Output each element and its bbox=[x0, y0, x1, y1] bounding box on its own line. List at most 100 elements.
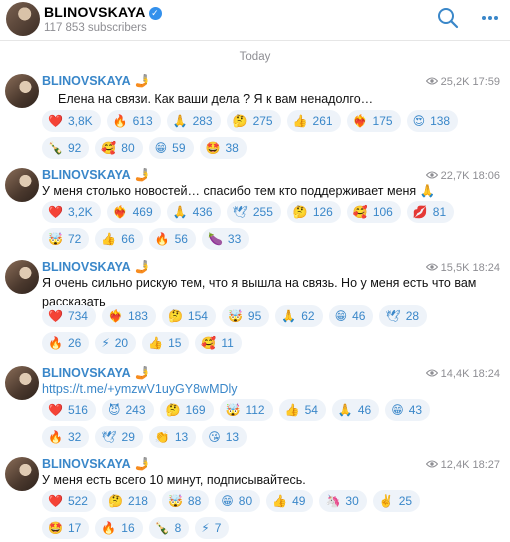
post-avatar[interactable] bbox=[5, 74, 39, 108]
reaction-chip[interactable]: ❤️ 3,8K bbox=[42, 110, 101, 132]
post-author[interactable]: BLINOVSKAYA 🤳 bbox=[42, 366, 150, 381]
reaction-chip[interactable]: 👏 13 bbox=[148, 426, 197, 448]
reaction-count: 17 bbox=[67, 521, 82, 535]
reaction-chip[interactable]: 🤔 218 bbox=[101, 490, 156, 512]
reaction-chip[interactable]: ❤️ 522 bbox=[42, 490, 96, 512]
reaction-chip[interactable]: 🍾 8 bbox=[148, 517, 190, 539]
post-avatar[interactable] bbox=[5, 457, 39, 491]
reaction-count: 169 bbox=[185, 403, 206, 417]
reaction-chip[interactable]: ❤️‍🔥 469 bbox=[106, 201, 161, 223]
reaction-chip[interactable]: ❤️ 734 bbox=[42, 305, 96, 327]
reaction-emoji-icon: 🥰 bbox=[352, 205, 368, 219]
reaction-chip[interactable]: ❤️ 3,2K bbox=[42, 201, 101, 223]
reaction-chip[interactable]: 🤔 169 bbox=[159, 399, 214, 421]
reaction-chip[interactable]: 🙏 62 bbox=[275, 305, 323, 327]
reaction-count: 8 bbox=[174, 521, 182, 535]
reaction-chip[interactable]: 🥰 11 bbox=[195, 332, 242, 354]
reaction-chip[interactable]: ⚡ 20 bbox=[95, 332, 137, 354]
reaction-count: 283 bbox=[192, 114, 213, 128]
views-eye-icon bbox=[425, 460, 438, 468]
reaction-chip[interactable]: 🕊 29 bbox=[95, 426, 143, 448]
views-eye-icon bbox=[425, 171, 438, 179]
post-views: 12,4K bbox=[440, 459, 470, 471]
reaction-chip[interactable]: 🙏 436 bbox=[166, 201, 221, 223]
reaction-chip[interactable]: ⚡ 7 bbox=[195, 517, 230, 539]
reaction-chip[interactable]: 🤯 95 bbox=[221, 305, 270, 327]
reaction-chip[interactable]: 🔥 26 bbox=[42, 332, 90, 354]
reaction-chip[interactable]: 🥰 80 bbox=[95, 137, 143, 159]
reaction-count: 218 bbox=[127, 494, 148, 508]
reaction-count: 154 bbox=[187, 309, 208, 323]
reaction-count: 243 bbox=[125, 403, 146, 417]
reaction-chip[interactable]: 🤔 275 bbox=[226, 110, 281, 132]
post-author[interactable]: BLINOVSKAYA 🤳 bbox=[42, 168, 150, 183]
reaction-emoji-icon: ❤️‍🔥 bbox=[107, 309, 123, 323]
reaction-chip[interactable]: 😍 138 bbox=[406, 110, 459, 132]
reaction-chip[interactable]: 🤩 17 bbox=[42, 517, 90, 539]
reaction-emoji-icon: 🤔 bbox=[232, 114, 248, 128]
post-link[interactable]: https://t.me/+ymzwV1uyGY8wMDly bbox=[42, 380, 482, 399]
search-icon[interactable] bbox=[436, 6, 460, 30]
reactions-bar: ❤️ 516 😈 243 🤔 169 🤯 112 👍 54 🙏 46 😁 43 🔥 32 🕊 29… bbox=[42, 399, 462, 448]
reaction-chip[interactable]: ✌️ 25 bbox=[372, 490, 421, 512]
reaction-chip[interactable]: ❤️‍🔥 183 bbox=[101, 305, 156, 327]
reaction-chip[interactable]: 👍 15 bbox=[142, 332, 190, 354]
reaction-count: 56 bbox=[174, 232, 188, 246]
post-avatar[interactable] bbox=[5, 260, 39, 294]
reaction-chip[interactable]: 👍 66 bbox=[95, 228, 143, 250]
reaction-chip[interactable]: ❤️‍🔥 175 bbox=[346, 110, 401, 132]
reaction-chip[interactable]: ❤️ 516 bbox=[42, 399, 96, 421]
post-avatar[interactable] bbox=[5, 168, 39, 202]
reaction-chip[interactable]: 😈 243 bbox=[101, 399, 154, 421]
reaction-chip[interactable]: 🤔 126 bbox=[286, 201, 341, 223]
reaction-chip[interactable]: 😁 43 bbox=[385, 399, 431, 421]
reaction-chip[interactable]: 🔥 56 bbox=[148, 228, 196, 250]
reaction-chip[interactable]: 🙏 283 bbox=[166, 110, 221, 132]
reaction-chip[interactable]: 👍 261 bbox=[286, 110, 341, 132]
post-avatar[interactable] bbox=[5, 366, 39, 400]
post-meta: 22,7K 18:06 bbox=[425, 170, 500, 182]
reaction-chip[interactable]: 🔥 32 bbox=[42, 426, 90, 448]
reaction-chip[interactable]: 👍 54 bbox=[278, 399, 326, 421]
reaction-chip[interactable]: 🤯 72 bbox=[42, 228, 90, 250]
reaction-count: 95 bbox=[247, 309, 262, 323]
channel-avatar[interactable] bbox=[6, 2, 40, 36]
post-author[interactable]: BLINOVSKAYA 🤳 bbox=[42, 74, 150, 89]
post-meta: 25,2K 17:59 bbox=[425, 76, 500, 88]
reaction-chip[interactable]: 😘 13 bbox=[202, 426, 248, 448]
reaction-chip[interactable]: 🤔 154 bbox=[161, 305, 216, 327]
reaction-chip[interactable]: 🍆 33 bbox=[201, 228, 250, 250]
verified-icon: ✓ bbox=[148, 7, 162, 20]
reaction-chip[interactable]: 💋 81 bbox=[406, 201, 455, 223]
reaction-emoji-icon: 🔥 bbox=[101, 521, 117, 535]
reaction-emoji-icon: 👍 bbox=[292, 114, 308, 128]
reaction-chip[interactable]: 😁 59 bbox=[148, 137, 194, 159]
reaction-chip[interactable]: 🤯 88 bbox=[161, 490, 210, 512]
post-views: 14,4K bbox=[440, 368, 470, 380]
reaction-emoji-icon: 🍾 bbox=[48, 141, 63, 155]
reaction-chip[interactable]: 🦄 30 bbox=[319, 490, 367, 512]
channel-title[interactable]: BLINOVSKAYA ✓ bbox=[44, 4, 162, 20]
reaction-chip[interactable]: 🥰 106 bbox=[346, 201, 401, 223]
reaction-chip[interactable]: 🍾 92 bbox=[42, 137, 90, 159]
post-author[interactable]: BLINOVSKAYA 🤳 bbox=[42, 260, 150, 275]
post-time: 18:24 bbox=[472, 368, 500, 380]
reaction-chip[interactable]: 🕊 28 bbox=[379, 305, 428, 327]
reactions-bar: ❤️ 522 🤔 218 🤯 88 😁 80 👍 49 🦄 30 ✌️ 25 🤩 17 🔥 16 … bbox=[42, 490, 462, 539]
reaction-chip[interactable]: 😁 80 bbox=[215, 490, 261, 512]
reaction-chip[interactable]: 🔥 613 bbox=[106, 110, 161, 132]
more-options-icon[interactable] bbox=[480, 8, 500, 28]
reaction-count: 80 bbox=[121, 141, 135, 155]
reaction-count: 43 bbox=[408, 403, 423, 417]
reaction-chip[interactable]: 🤯 112 bbox=[219, 399, 273, 421]
views-eye-icon bbox=[425, 263, 438, 271]
reaction-chip[interactable]: 🕊 255 bbox=[226, 201, 281, 223]
reaction-chip[interactable]: 🙏 46 bbox=[331, 399, 380, 421]
reaction-chip[interactable]: 👍 49 bbox=[266, 490, 314, 512]
reaction-count: 88 bbox=[187, 494, 202, 508]
reaction-emoji-icon: ❤️ bbox=[48, 403, 63, 417]
reaction-chip[interactable]: 🤩 38 bbox=[199, 137, 247, 159]
post-author[interactable]: BLINOVSKAYA 🤳 bbox=[42, 457, 150, 472]
reaction-chip[interactable]: 😁 46 bbox=[328, 305, 374, 327]
reaction-chip[interactable]: 🔥 16 bbox=[95, 517, 143, 539]
